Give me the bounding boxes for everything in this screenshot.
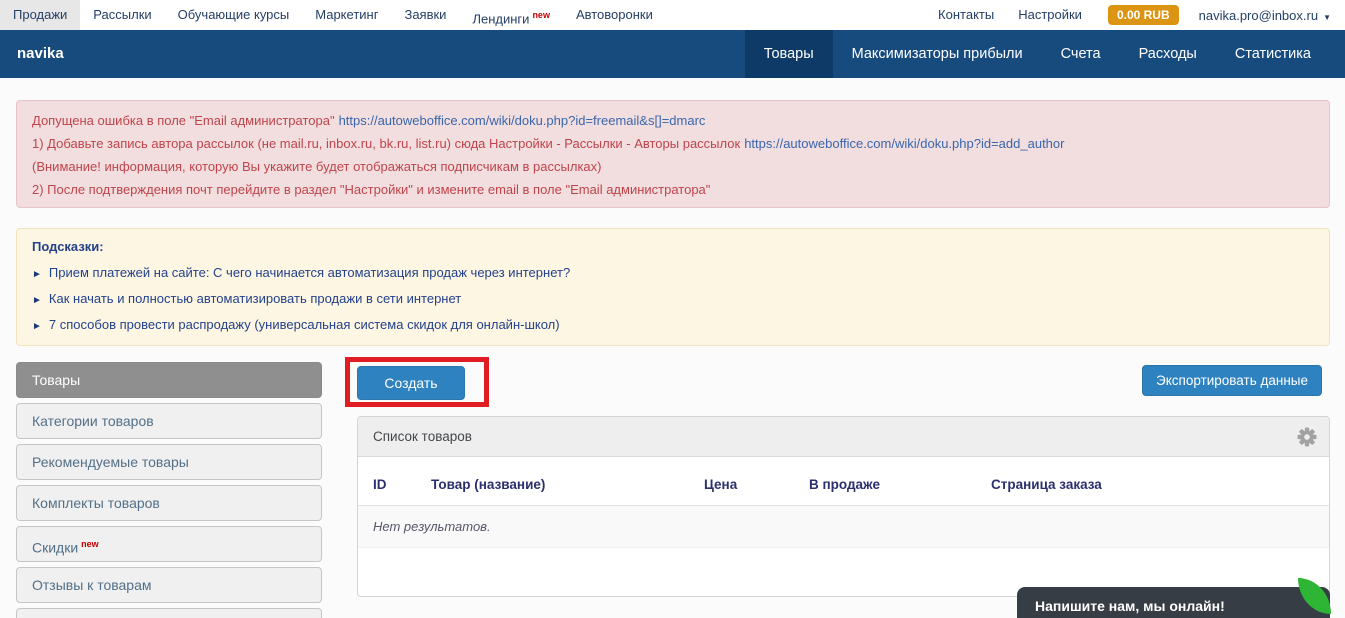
alert-link[interactable]: https://autoweboffice.com/wiki/doku.php?… xyxy=(339,113,706,128)
gear-icon[interactable] xyxy=(1297,427,1317,450)
hint-link[interactable]: ► Как начать и полностью автоматизировать… xyxy=(32,287,1314,313)
new-badge: new xyxy=(532,10,550,20)
nav-item-invoices[interactable]: Счета xyxy=(1042,30,1120,78)
topbar-item-funnels[interactable]: Автоворонки xyxy=(563,0,666,30)
navbar: navika Товары Максимизаторы прибыли Счет… xyxy=(0,30,1345,78)
content-area: Товары Категории товаров Рекомендуемые т… xyxy=(16,357,1330,618)
topbar-item-courses[interactable]: Обучающие курсы xyxy=(165,0,303,30)
alert-text: 2) После подтверждения почт перейдите в … xyxy=(32,182,711,197)
sidebar: Товары Категории товаров Рекомендуемые т… xyxy=(16,362,322,618)
main-panel-area: Создать Экспортировать данные Список тов… xyxy=(345,357,1330,618)
nav-item-expenses[interactable]: Расходы xyxy=(1120,30,1216,78)
topbar-item-label: Лендинги xyxy=(472,11,530,27)
account-email: navika.pro@inbox.ru xyxy=(1198,7,1319,23)
triangle-bullet-icon: ► xyxy=(32,269,42,280)
column-header-order-page: Страница заказа xyxy=(991,457,1329,506)
account-dropdown[interactable]: navika.pro@inbox.ru ▼ xyxy=(1193,8,1331,23)
topbar-item-requests[interactable]: Заявки xyxy=(391,0,459,30)
sidebar-item-categories[interactable]: Категории товаров xyxy=(16,403,322,439)
sidebar-item-products[interactable]: Товары xyxy=(16,362,322,398)
sidebar-item-bundles[interactable]: Комплекты товаров xyxy=(16,485,322,521)
topbar-item-contacts[interactable]: Контакты xyxy=(926,0,1006,30)
alert-line: 1) Добавьте запись автора рассылок (не m… xyxy=(32,132,1314,155)
brand-logo[interactable]: navika xyxy=(0,30,64,78)
topbar-item-sales[interactable]: Продажи xyxy=(0,0,81,30)
new-badge: new xyxy=(81,539,99,549)
hint-text: Как начать и полностью автоматизировать … xyxy=(48,291,462,306)
alert-line: 2) После подтверждения почт перейдите в … xyxy=(32,178,1314,201)
app-window: Продажи Рассылки Обучающие курсы Маркети… xyxy=(0,0,1345,618)
hint-text: Прием платежей на сайте: С чего начинает… xyxy=(48,265,571,280)
column-header-on-sale: В продаже xyxy=(809,457,991,506)
sidebar-item-reviews[interactable]: Отзывы к товарам xyxy=(16,567,322,603)
topbar-item-mailings[interactable]: Рассылки xyxy=(80,0,164,30)
topbar-item-settings[interactable]: Настройки xyxy=(1006,0,1094,30)
alert-line: (Внимание! информация, которую Вы укажит… xyxy=(32,155,1314,178)
hint-text: 7 способов провести распродажу (универса… xyxy=(48,317,560,332)
column-header-price: Цена xyxy=(704,457,809,506)
empty-results-message: Нет результатов. xyxy=(358,505,1329,548)
topbar-menu: Продажи Рассылки Обучающие курсы Маркети… xyxy=(0,0,666,30)
hints-box: Подсказки: ► Прием платежей на сайте: С ч… xyxy=(16,228,1330,346)
chevron-down-icon: ▼ xyxy=(1323,12,1331,22)
topbar-right: Контакты Настройки 0.00 RUB navika.pro@i… xyxy=(926,0,1345,30)
alert-text: Допущена ошибка в поле "Email администра… xyxy=(32,113,335,128)
export-data-button[interactable]: Экспортировать данные xyxy=(1142,365,1322,396)
chat-widget[interactable]: Напишите нам, мы онлайн! xyxy=(1017,578,1331,618)
sidebar-item-label: Скидки xyxy=(32,539,79,556)
sidebar-item-discounts[interactable]: Скидки new xyxy=(16,526,322,562)
column-header-product: Товар (название) xyxy=(431,457,704,506)
nav-item-products[interactable]: Товары xyxy=(744,30,833,78)
balance-badge[interactable]: 0.00 RUB xyxy=(1107,5,1179,25)
table-row: Нет результатов. xyxy=(358,505,1329,548)
alert-text: 1) Добавьте запись автора рассылок (не m… xyxy=(32,136,741,151)
create-button[interactable]: Создать xyxy=(357,366,465,400)
topbar-item-landings[interactable]: Лендинги new xyxy=(459,0,563,30)
topbar: Продажи Рассылки Обучающие курсы Маркети… xyxy=(0,0,1345,30)
topbar-item-marketing[interactable]: Маркетинг xyxy=(302,0,391,30)
column-header-id: ID xyxy=(358,457,431,506)
alert-line: Допущена ошибка в поле "Email администра… xyxy=(32,109,1314,132)
table-header-row: ID Товар (название) Цена В продаже Стран… xyxy=(358,457,1329,506)
sidebar-item-partial[interactable] xyxy=(16,608,322,618)
error-alert: Допущена ошибка в поле "Email администра… xyxy=(16,100,1330,208)
hints-title: Подсказки: xyxy=(32,239,104,254)
panel-title: Список товаров xyxy=(373,429,472,444)
triangle-bullet-icon: ► xyxy=(32,295,42,306)
nav-item-statistics[interactable]: Статистика xyxy=(1216,30,1330,78)
sidebar-item-recommended[interactable]: Рекомендуемые товары xyxy=(16,444,322,480)
hint-link[interactable]: ► Прием платежей на сайте: С чего начинае… xyxy=(32,261,1314,287)
nav-item-profit-maximizers[interactable]: Максимизаторы прибыли xyxy=(833,30,1042,78)
triangle-bullet-icon: ► xyxy=(32,321,42,332)
products-panel: Список товаров ID Товар (название) Цена … xyxy=(357,416,1330,597)
alert-link[interactable]: https://autoweboffice.com/wiki/doku.php?… xyxy=(744,136,1064,151)
products-table: ID Товар (название) Цена В продаже Стран… xyxy=(358,457,1329,548)
hint-link[interactable]: ► 7 способов провести распродажу (универс… xyxy=(32,313,1314,339)
panel-header: Список товаров xyxy=(358,417,1329,457)
actions-row: Создать Экспортировать данные xyxy=(345,357,1330,416)
navbar-menu: Товары Максимизаторы прибыли Счета Расхо… xyxy=(744,30,1345,78)
alert-text: (Внимание! информация, которую Вы укажит… xyxy=(32,159,602,174)
chat-label: Напишите нам, мы онлайн! xyxy=(1035,598,1225,614)
